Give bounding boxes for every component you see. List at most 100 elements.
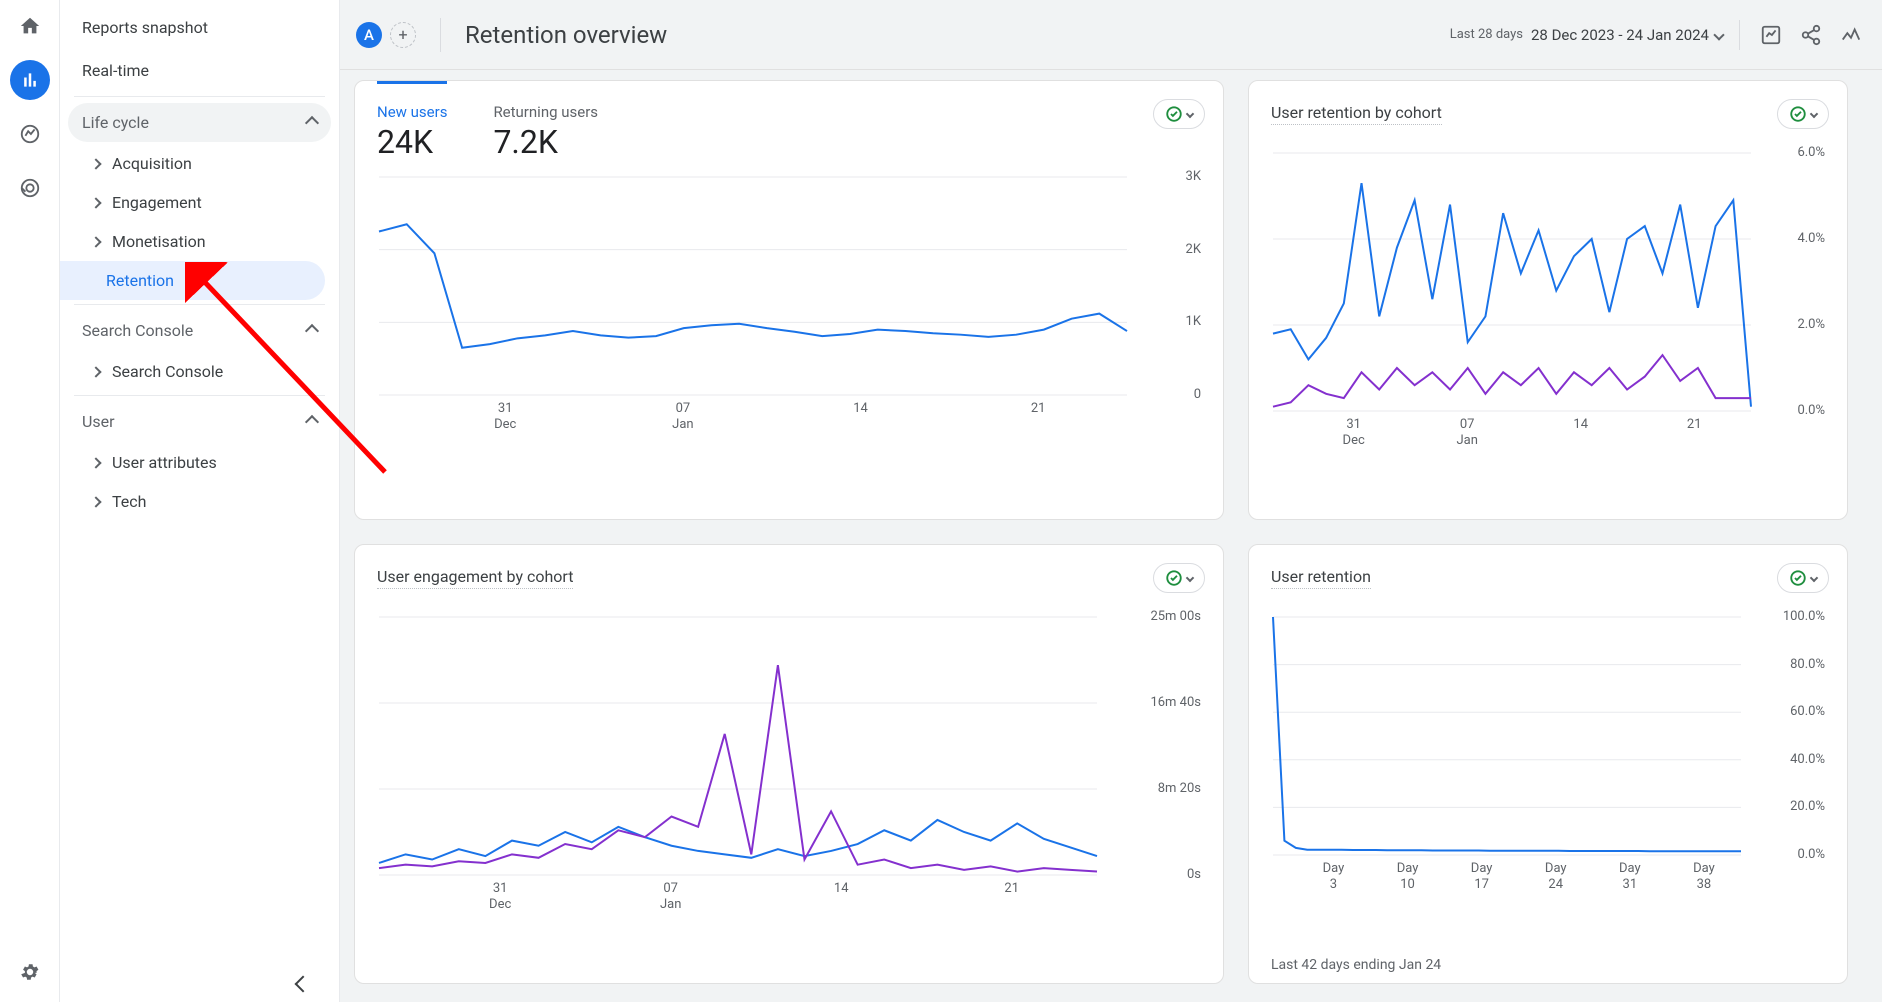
y-tick-label: 60.0% <box>1765 704 1825 719</box>
card-status-button[interactable] <box>1153 99 1205 129</box>
x-tick-label: Day24 <box>1545 861 1567 892</box>
y-tick-label: 0 <box>1141 387 1201 402</box>
chevron-down-icon[interactable] <box>1713 29 1724 40</box>
caret-right-icon <box>90 158 101 169</box>
date-range-picker[interactable]: 28 Dec 2023 - 24 Jan 2024 <box>1531 26 1709 44</box>
main: A + Retention overview Last 28 days 28 D… <box>340 0 1882 1002</box>
sidebar-item-search-console[interactable]: Search Console <box>60 352 339 391</box>
sidebar-item-engagement[interactable]: Engagement <box>60 183 339 222</box>
x-tick-label: Day17 <box>1471 861 1493 892</box>
advertising-icon[interactable] <box>10 168 50 208</box>
share-icon[interactable] <box>1796 20 1826 50</box>
settings-icon[interactable] <box>10 952 50 992</box>
y-tick-label: 40.0% <box>1765 752 1825 767</box>
caret-right-icon <box>90 236 101 247</box>
sidebar-item-retention[interactable]: Retention <box>60 261 325 300</box>
card-retention-cohort: User retention by cohort 0.0%2.0%4.0%6.0… <box>1248 80 1848 520</box>
segment-badge[interactable]: A <box>356 22 382 48</box>
sidebar: Reports snapshot Real-time Life cycle Ac… <box>60 0 340 1002</box>
tab-label: New users <box>377 103 447 121</box>
sidebar-item-tech[interactable]: Tech <box>60 482 339 521</box>
date-range-label: Last 28 days <box>1450 27 1523 42</box>
x-tick-label: 14 <box>853 401 868 417</box>
chevron-up-icon <box>305 414 319 428</box>
y-tick-label: 0.0% <box>1765 403 1825 418</box>
x-tick-label: 31Dec <box>494 401 516 432</box>
tab-value: 24K <box>377 123 447 161</box>
divider <box>1739 20 1740 50</box>
y-tick-label: 0s <box>1141 867 1201 882</box>
card-title: User retention <box>1271 567 1371 589</box>
y-tick-label: 8m 20s <box>1141 781 1201 796</box>
cards-grid: New users 24K Returning users 7.2K 01K2K… <box>340 70 1882 1002</box>
x-tick-label: 14 <box>834 881 849 897</box>
y-tick-label: 25m 00s <box>1141 609 1201 624</box>
chevron-up-icon <box>305 323 319 337</box>
chevron-up-icon <box>305 115 319 129</box>
tab-new-users[interactable]: New users 24K <box>377 81 447 161</box>
home-icon[interactable] <box>10 6 50 46</box>
card-status-button[interactable] <box>1777 99 1829 129</box>
card-status-button[interactable] <box>1777 563 1829 593</box>
chevron-down-icon <box>1810 574 1818 582</box>
sidebar-item-acquisition[interactable]: Acquisition <box>60 144 339 183</box>
insights-icon[interactable] <box>1836 20 1866 50</box>
sidebar-section-user[interactable]: User <box>60 400 339 443</box>
y-tick-label: 16m 40s <box>1141 695 1201 710</box>
x-tick-label: 07Jan <box>660 881 681 912</box>
sidebar-realtime[interactable]: Real-time <box>60 49 339 92</box>
collapse-sidebar-button[interactable] <box>297 975 309 994</box>
tree-label: Acquisition <box>112 154 192 173</box>
card-footer-note: Last 42 days ending Jan 24 <box>1271 957 1441 973</box>
chart-new-users: 01K2K3K31Dec07Jan1421 <box>377 175 1201 435</box>
explore-icon[interactable] <box>10 114 50 154</box>
chart-engagement-cohort: 0s8m 20s16m 40s25m 00s31Dec07Jan1421 <box>377 615 1201 915</box>
x-tick-label: 14 <box>1573 417 1588 433</box>
caret-right-icon <box>90 496 101 507</box>
sidebar-item-monetisation[interactable]: Monetisation <box>60 222 339 261</box>
metric-tabs: New users 24K Returning users 7.2K <box>377 103 1201 161</box>
customize-report-icon[interactable] <box>1756 20 1786 50</box>
tab-returning-users[interactable]: Returning users 7.2K <box>493 103 598 161</box>
y-tick-label: 6.0% <box>1765 145 1825 160</box>
tree-label: Retention <box>106 271 174 290</box>
caret-right-icon <box>90 197 101 208</box>
section-label: Life cycle <box>82 113 149 132</box>
tree-label: Engagement <box>112 193 202 212</box>
x-tick-label: Day10 <box>1397 861 1419 892</box>
y-tick-label: 3K <box>1141 169 1201 184</box>
x-tick-label: 21 <box>1004 881 1019 897</box>
y-tick-label: 0.0% <box>1765 847 1825 862</box>
caret-right-icon <box>90 366 101 377</box>
sidebar-section-life-cycle[interactable]: Life cycle <box>68 103 331 142</box>
y-tick-label: 100.0% <box>1765 609 1825 624</box>
page-header: A + Retention overview Last 28 days 28 D… <box>340 0 1882 70</box>
caret-right-icon <box>90 457 101 468</box>
x-tick-label: 21 <box>1687 417 1702 433</box>
x-tick-label: Day31 <box>1619 861 1641 892</box>
sidebar-item-user-attributes[interactable]: User attributes <box>60 443 339 482</box>
card-status-button[interactable] <box>1153 563 1205 593</box>
x-tick-label: Day38 <box>1693 861 1715 892</box>
divider <box>74 96 325 97</box>
chevron-down-icon <box>1186 574 1194 582</box>
tree-label: Search Console <box>112 362 223 381</box>
icon-rail <box>0 0 60 1002</box>
chart-user-retention: 0.0%20.0%40.0%60.0%80.0%100.0%Day3Day10D… <box>1271 615 1825 895</box>
sidebar-reports-snapshot[interactable]: Reports snapshot <box>60 6 339 49</box>
x-tick-label: Day3 <box>1323 861 1345 892</box>
x-tick-label: 21 <box>1031 401 1046 417</box>
card-engagement-cohort: User engagement by cohort 0s 8m 20s 16m 40… <box>354 544 1224 984</box>
chevron-down-icon <box>1186 110 1194 118</box>
reports-icon[interactable] <box>10 60 50 100</box>
card-user-retention: User retention 0.0%20.0%40.0%60.0%80.0%1… <box>1248 544 1848 984</box>
divider <box>74 395 325 396</box>
y-tick-label: 2.0% <box>1765 317 1825 332</box>
sidebar-section-search-console[interactable]: Search Console <box>60 309 339 352</box>
divider <box>440 18 441 52</box>
card-title: User engagement by cohort <box>377 567 573 589</box>
tree-label: Monetisation <box>112 232 206 251</box>
section-label: User <box>82 412 115 431</box>
add-segment-button[interactable]: + <box>390 22 416 48</box>
y-tick-label: 80.0% <box>1765 657 1825 672</box>
